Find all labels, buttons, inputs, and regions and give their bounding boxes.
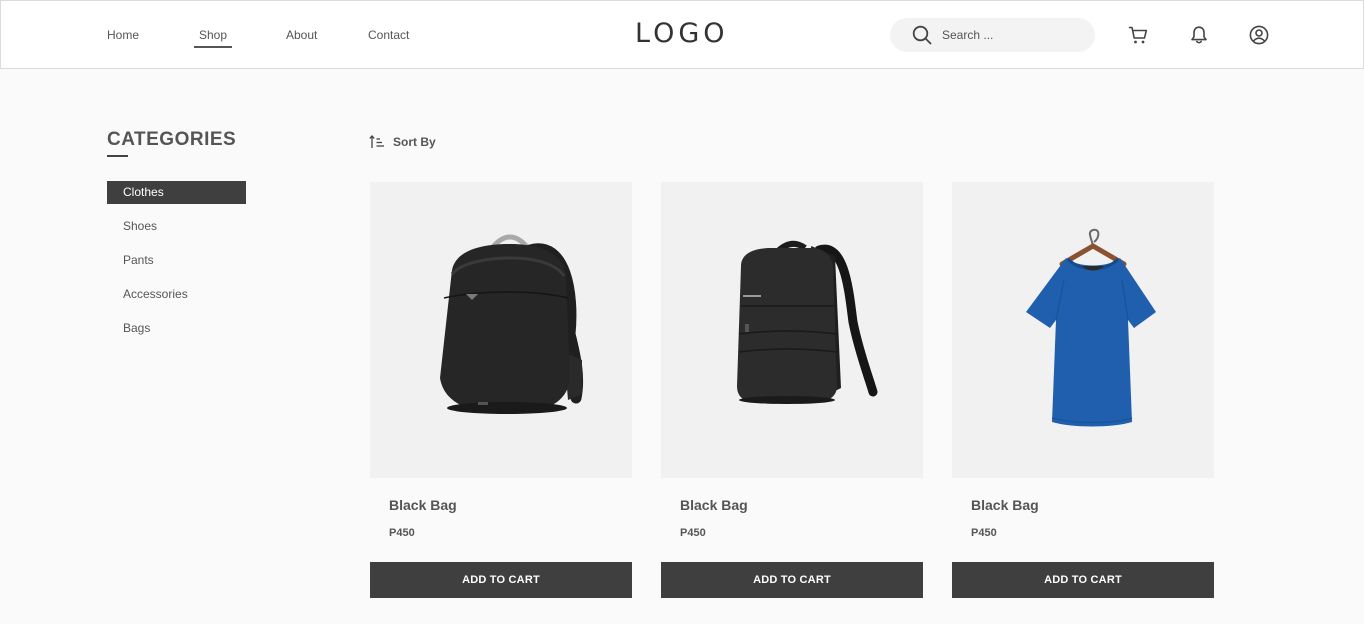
product-price: P450 xyxy=(680,527,706,539)
product-price: P450 xyxy=(389,527,415,539)
category-pants[interactable]: Pants xyxy=(107,249,246,272)
category-bags[interactable]: Bags xyxy=(107,317,246,340)
sort-ascending-icon xyxy=(369,135,384,148)
black-laptop-backpack-image xyxy=(737,240,878,404)
top-header: Home Shop About Contact LOGO xyxy=(0,0,1364,69)
sort-label: Sort By xyxy=(393,135,436,149)
nav-contact[interactable]: Contact xyxy=(368,28,409,42)
black-backpack-image xyxy=(440,234,584,414)
category-shoes[interactable]: Shoes xyxy=(107,215,246,238)
product-image-black-backpack[interactable] xyxy=(370,182,632,478)
nav-shop[interactable]: Shop xyxy=(193,28,233,48)
add-to-cart-button[interactable]: ADD TO CART xyxy=(952,562,1214,598)
category-accessories[interactable]: Accessories xyxy=(107,283,246,306)
search-icon[interactable] xyxy=(912,25,932,45)
product-name[interactable]: Black Bag xyxy=(389,497,457,513)
product-card: Black Bag P450 ADD TO CART xyxy=(370,182,632,599)
search-input[interactable] xyxy=(942,26,1082,44)
search-bar[interactable] xyxy=(890,18,1095,52)
product-price: P450 xyxy=(971,527,997,539)
product-name[interactable]: Black Bag xyxy=(680,497,748,513)
product-card: Black Bag P450 ADD TO CART xyxy=(952,182,1214,599)
bell-icon[interactable] xyxy=(1189,25,1209,45)
cart-icon[interactable] xyxy=(1128,25,1148,45)
sort-by-button[interactable]: Sort By xyxy=(369,134,436,150)
product-image-laptop-backpack[interactable] xyxy=(661,182,923,478)
product-name[interactable]: Black Bag xyxy=(971,497,1039,513)
nav-about[interactable]: About xyxy=(286,28,317,42)
nav-home[interactable]: Home xyxy=(107,28,139,42)
category-clothes[interactable]: Clothes xyxy=(107,181,246,204)
add-to-cart-button[interactable]: ADD TO CART xyxy=(661,562,923,598)
blue-tshirt-on-hanger-image xyxy=(1026,228,1156,427)
logo[interactable]: LOGO xyxy=(635,18,729,49)
user-icon[interactable] xyxy=(1249,25,1269,45)
add-to-cart-button[interactable]: ADD TO CART xyxy=(370,562,632,598)
product-card: Black Bag P450 ADD TO CART xyxy=(661,182,923,599)
title-underline xyxy=(107,155,128,157)
product-image-blue-tshirt[interactable] xyxy=(952,182,1214,478)
categories-title: CATEGORIES xyxy=(107,129,237,150)
